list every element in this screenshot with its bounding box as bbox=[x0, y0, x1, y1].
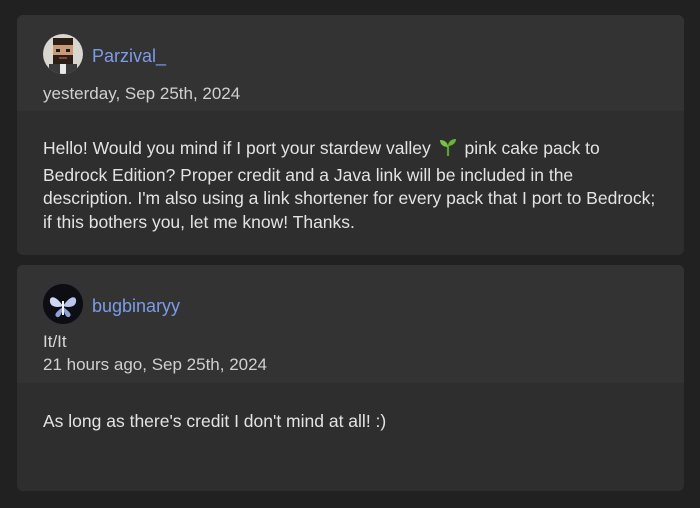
author-username[interactable]: bugbinaryy bbox=[92, 296, 180, 317]
comment-timestamp: yesterday, Sep 25th, 2024 bbox=[43, 84, 241, 103]
comment-card: bugbinaryy It/It 21 hours ago, Sep 25th,… bbox=[17, 265, 684, 491]
avatar[interactable] bbox=[43, 284, 83, 324]
comment-timestamp: 21 hours ago, Sep 25th, 2024 bbox=[43, 355, 268, 374]
pixel-avatar-icon bbox=[43, 34, 83, 74]
author-username[interactable]: Parzival_ bbox=[92, 46, 166, 67]
author-pronouns: It/It bbox=[43, 332, 67, 351]
avatar[interactable] bbox=[43, 34, 83, 74]
comment-body: Hello! Would you mind if I port your sta… bbox=[43, 137, 664, 234]
comment-body: As long as there's credit I don't mind a… bbox=[43, 411, 387, 431]
seedling-icon bbox=[438, 137, 458, 164]
comment-header: Parzival_ yesterday, Sep 25th, 2024 bbox=[17, 15, 684, 111]
comment-header: bugbinaryy It/It 21 hours ago, Sep 25th,… bbox=[17, 265, 684, 383]
moth-avatar-icon bbox=[43, 284, 83, 324]
comment-text: Hello! Would you mind if I port your sta… bbox=[43, 138, 436, 158]
comment-card: Parzival_ yesterday, Sep 25th, 2024 Hell… bbox=[17, 15, 684, 255]
